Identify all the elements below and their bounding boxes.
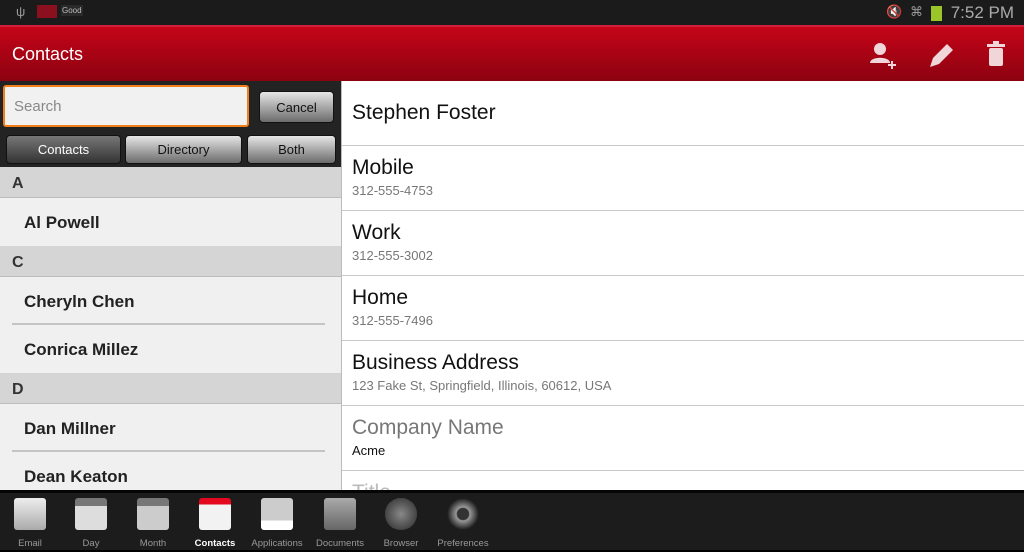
edit-pencil-icon[interactable]: [924, 39, 956, 71]
nav-month[interactable]: Month: [121, 496, 185, 552]
section-header: D: [0, 373, 341, 404]
field-title: Title: [342, 471, 1024, 490]
field-company-name: Company Name Acme: [342, 406, 1024, 471]
day-calendar-icon: [75, 498, 107, 530]
contact-name: Stephen Foster: [352, 101, 496, 124]
contacts-list-pane: Cancel Contacts Directory Both A Al Powe…: [0, 81, 341, 490]
search-input[interactable]: [3, 85, 249, 127]
contact-name-row: Stephen Foster: [342, 81, 1024, 146]
filter-both-button[interactable]: Both: [247, 135, 336, 164]
nav-label: Preferences: [437, 538, 489, 549]
folder-icon: [324, 498, 356, 530]
app-notification-icon: [37, 5, 57, 18]
app-header: Contacts: [0, 25, 1024, 81]
page-title: Contacts: [12, 44, 84, 64]
nav-label: Browser: [383, 538, 419, 549]
filter-directory-button[interactable]: Directory: [125, 135, 242, 164]
nav-label: Documents: [315, 538, 365, 549]
field-work[interactable]: Work 312-555-3002: [342, 211, 1024, 276]
nav-label: Month: [139, 538, 167, 549]
nav-label: Applications: [251, 538, 303, 549]
nav-documents[interactable]: Documents: [308, 496, 372, 552]
month-calendar-icon: [137, 498, 169, 530]
nav-browser[interactable]: Browser: [369, 496, 433, 552]
nav-applications[interactable]: Applications: [245, 496, 309, 552]
field-label: Company Name: [352, 416, 504, 439]
cancel-button[interactable]: Cancel: [259, 91, 334, 123]
contact-detail-pane: Stephen Foster Mobile 312-555-4753 Work 31…: [341, 81, 1024, 490]
contact-list-item[interactable]: Dean Keaton: [0, 452, 341, 490]
field-value: 123 Fake St, Springfield, Illinois, 6061…: [352, 378, 612, 393]
contact-list-item[interactable]: Cheryln Chen: [0, 277, 341, 325]
bottom-nav: Email Day Month Contacts Applications Do…: [0, 490, 1024, 550]
gears-icon: [447, 498, 479, 530]
field-label: Work: [352, 221, 401, 244]
battery-icon: [931, 6, 942, 21]
contact-list-item[interactable]: Dan Millner: [0, 404, 341, 452]
usb-icon: ψ: [16, 4, 26, 19]
nav-label: Day: [82, 538, 100, 549]
nav-label: Email: [18, 538, 42, 549]
field-home[interactable]: Home 312-555-7496: [342, 276, 1024, 341]
shopping-bag-icon: [261, 498, 293, 530]
filter-contacts-button[interactable]: Contacts: [6, 135, 121, 164]
field-label: Mobile: [352, 156, 414, 179]
clock: 7:52 PM: [950, 3, 1014, 22]
globe-icon: [385, 498, 417, 530]
search-bar: Cancel Contacts Directory Both: [0, 81, 341, 167]
field-value: 312-555-3002: [352, 248, 433, 263]
field-label: Title: [352, 481, 1024, 490]
contact-list-item[interactable]: Conrica Millez: [0, 325, 341, 373]
field-label: Home: [352, 286, 409, 309]
mute-icon: 🔇: [886, 4, 903, 19]
field-business-address[interactable]: Business Address 123 Fake St, Springfield…: [342, 341, 1024, 406]
good-notification-badge: Good: [61, 5, 83, 16]
section-header: A: [0, 167, 341, 198]
field-value: 312-555-4753: [352, 183, 433, 198]
section-header: C: [0, 246, 341, 277]
field-label: Business Address: [352, 351, 519, 374]
nav-label: Contacts: [194, 538, 236, 549]
field-value: 312-555-7496: [352, 313, 433, 328]
email-icon: [14, 498, 46, 530]
contacts-card-icon: [199, 498, 231, 530]
contact-list-item[interactable]: Al Powell: [0, 198, 341, 246]
status-bar: ψ Good 🔇 ⌘ 7:52 PM: [0, 0, 1024, 25]
delete-trash-icon[interactable]: [980, 39, 1012, 71]
nav-email[interactable]: Email: [0, 496, 62, 552]
nav-day[interactable]: Day: [59, 496, 123, 552]
nav-contacts[interactable]: Contacts: [183, 496, 247, 552]
add-contact-icon[interactable]: [868, 39, 900, 71]
field-value: Acme: [352, 443, 386, 458]
wifi-icon: ⌘: [910, 4, 923, 19]
field-mobile[interactable]: Mobile 312-555-4753: [342, 146, 1024, 211]
nav-preferences[interactable]: Preferences: [431, 496, 495, 552]
